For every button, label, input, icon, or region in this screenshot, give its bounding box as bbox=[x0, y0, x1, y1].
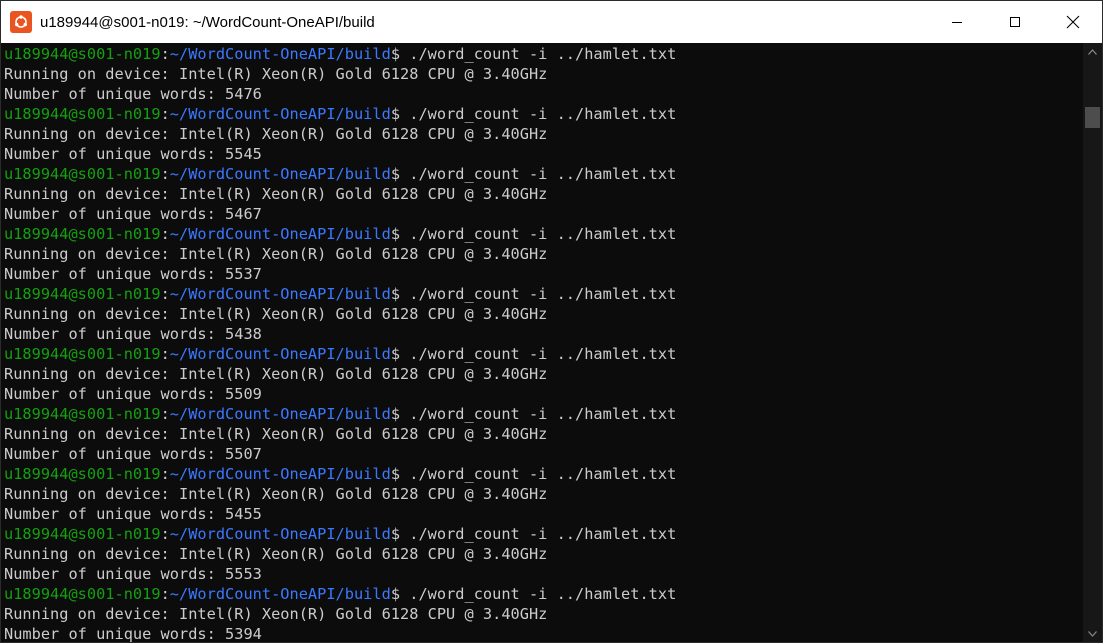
command-text: ./word_count -i ../hamlet.txt bbox=[409, 585, 677, 603]
window-title: u189944@s001-n019: ~/WordCount-OneAPI/bu… bbox=[40, 13, 375, 31]
command-text: ./word_count -i ../hamlet.txt bbox=[409, 105, 677, 123]
device-output-line: Running on device: Intel(R) Xeon(R) Gold… bbox=[4, 485, 548, 503]
result-output-line: Number of unique words: 5467 bbox=[4, 205, 262, 223]
prompt-path: ~/WordCount-OneAPI/build bbox=[169, 345, 391, 363]
device-output-line: Running on device: Intel(R) Xeon(R) Gold… bbox=[4, 365, 548, 383]
result-output-line: Number of unique words: 5553 bbox=[4, 565, 262, 583]
command-text: ./word_count -i ../hamlet.txt bbox=[409, 45, 677, 63]
prompt-symbol: $ bbox=[390, 405, 410, 423]
prompt-separator: : bbox=[160, 285, 170, 303]
prompt-line: u189944@s001-n019:~/WordCount-OneAPI/bui… bbox=[4, 524, 1084, 544]
command-text: ./word_count -i ../hamlet.txt bbox=[409, 405, 677, 423]
prompt-symbol: $ bbox=[390, 585, 410, 603]
device-output-line: Running on device: Intel(R) Xeon(R) Gold… bbox=[4, 65, 548, 83]
scroll-down-button[interactable] bbox=[1083, 625, 1102, 642]
command-text: ./word_count -i ../hamlet.txt bbox=[409, 165, 677, 183]
prompt-line: u189944@s001-n019:~/WordCount-OneAPI/bui… bbox=[4, 284, 1084, 304]
ubuntu-icon[interactable] bbox=[10, 11, 32, 33]
prompt-line: u189944@s001-n019:~/WordCount-OneAPI/bui… bbox=[4, 224, 1084, 244]
result-output-line: Number of unique words: 5509 bbox=[4, 385, 262, 403]
terminal-output[interactable]: u189944@s001-n019:~/WordCount-OneAPI/bui… bbox=[1, 43, 1084, 642]
prompt-user: u189944@s001-n019 bbox=[4, 345, 161, 363]
prompt-path: ~/WordCount-OneAPI/build bbox=[169, 405, 391, 423]
prompt-user: u189944@s001-n019 bbox=[4, 165, 161, 183]
prompt-separator: : bbox=[160, 165, 170, 183]
device-output-line: Running on device: Intel(R) Xeon(R) Gold… bbox=[4, 545, 548, 563]
device-output-line: Running on device: Intel(R) Xeon(R) Gold… bbox=[4, 185, 548, 203]
close-icon bbox=[1066, 15, 1080, 29]
scroll-thumb[interactable] bbox=[1085, 107, 1100, 128]
terminal-window: u189944@s001-n019: ~/WordCount-OneAPI/bu… bbox=[0, 0, 1103, 643]
prompt-user: u189944@s001-n019 bbox=[4, 585, 161, 603]
prompt-symbol: $ bbox=[390, 345, 410, 363]
device-output-line: Running on device: Intel(R) Xeon(R) Gold… bbox=[4, 125, 548, 143]
result-output-line: Number of unique words: 5394 bbox=[4, 625, 262, 642]
result-output-line: Number of unique words: 5438 bbox=[4, 325, 262, 343]
prompt-symbol: $ bbox=[390, 225, 410, 243]
prompt-separator: : bbox=[160, 345, 170, 363]
command-text: ./word_count -i ../hamlet.txt bbox=[409, 345, 677, 363]
maximize-icon bbox=[1010, 17, 1020, 27]
prompt-separator: : bbox=[160, 405, 170, 423]
result-output-line: Number of unique words: 5507 bbox=[4, 445, 262, 463]
minimize-icon bbox=[952, 22, 962, 23]
prompt-user: u189944@s001-n019 bbox=[4, 45, 161, 63]
prompt-symbol: $ bbox=[390, 465, 410, 483]
prompt-line: u189944@s001-n019:~/WordCount-OneAPI/bui… bbox=[4, 404, 1084, 424]
prompt-line: u189944@s001-n019:~/WordCount-OneAPI/bui… bbox=[4, 164, 1084, 184]
prompt-separator: : bbox=[160, 105, 170, 123]
prompt-user: u189944@s001-n019 bbox=[4, 525, 161, 543]
prompt-symbol: $ bbox=[390, 285, 410, 303]
maximize-button[interactable] bbox=[986, 1, 1044, 43]
prompt-symbol: $ bbox=[390, 105, 410, 123]
prompt-separator: : bbox=[160, 585, 170, 603]
device-output-line: Running on device: Intel(R) Xeon(R) Gold… bbox=[4, 425, 548, 443]
prompt-path: ~/WordCount-OneAPI/build bbox=[169, 225, 391, 243]
scroll-up-button[interactable] bbox=[1083, 43, 1102, 60]
prompt-symbol: $ bbox=[390, 525, 410, 543]
device-output-line: Running on device: Intel(R) Xeon(R) Gold… bbox=[4, 305, 548, 323]
minimize-button[interactable] bbox=[928, 1, 986, 43]
prompt-line: u189944@s001-n019:~/WordCount-OneAPI/bui… bbox=[4, 104, 1084, 124]
close-button[interactable] bbox=[1044, 1, 1102, 43]
prompt-line: u189944@s001-n019:~/WordCount-OneAPI/bui… bbox=[4, 584, 1084, 604]
command-text: ./word_count -i ../hamlet.txt bbox=[409, 465, 677, 483]
title-bar[interactable]: u189944@s001-n019: ~/WordCount-OneAPI/bu… bbox=[1, 1, 1102, 43]
vertical-scrollbar[interactable] bbox=[1083, 43, 1102, 642]
command-text: ./word_count -i ../hamlet.txt bbox=[409, 285, 677, 303]
prompt-symbol: $ bbox=[390, 165, 410, 183]
prompt-symbol: $ bbox=[390, 45, 410, 63]
prompt-path: ~/WordCount-OneAPI/build bbox=[169, 285, 391, 303]
prompt-path: ~/WordCount-OneAPI/build bbox=[169, 45, 391, 63]
prompt-path: ~/WordCount-OneAPI/build bbox=[169, 165, 391, 183]
prompt-user: u189944@s001-n019 bbox=[4, 225, 161, 243]
prompt-user: u189944@s001-n019 bbox=[4, 285, 161, 303]
result-output-line: Number of unique words: 5455 bbox=[4, 505, 262, 523]
result-output-line: Number of unique words: 5476 bbox=[4, 85, 262, 103]
prompt-separator: : bbox=[160, 465, 170, 483]
prompt-path: ~/WordCount-OneAPI/build bbox=[169, 525, 391, 543]
prompt-separator: : bbox=[160, 525, 170, 543]
command-text: ./word_count -i ../hamlet.txt bbox=[409, 225, 677, 243]
device-output-line: Running on device: Intel(R) Xeon(R) Gold… bbox=[4, 605, 548, 623]
prompt-path: ~/WordCount-OneAPI/build bbox=[169, 105, 391, 123]
command-text: ./word_count -i ../hamlet.txt bbox=[409, 525, 677, 543]
prompt-line: u189944@s001-n019:~/WordCount-OneAPI/bui… bbox=[4, 464, 1084, 484]
prompt-user: u189944@s001-n019 bbox=[4, 465, 161, 483]
prompt-line: u189944@s001-n019:~/WordCount-OneAPI/bui… bbox=[4, 44, 1084, 64]
result-output-line: Number of unique words: 5537 bbox=[4, 265, 262, 283]
prompt-path: ~/WordCount-OneAPI/build bbox=[169, 585, 391, 603]
prompt-line: u189944@s001-n019:~/WordCount-OneAPI/bui… bbox=[4, 344, 1084, 364]
prompt-path: ~/WordCount-OneAPI/build bbox=[169, 465, 391, 483]
scroll-up-arrow-icon bbox=[1088, 48, 1097, 55]
device-output-line: Running on device: Intel(R) Xeon(R) Gold… bbox=[4, 245, 548, 263]
window-controls bbox=[928, 1, 1102, 43]
prompt-user: u189944@s001-n019 bbox=[4, 405, 161, 423]
scroll-down-arrow-icon bbox=[1088, 630, 1097, 637]
prompt-separator: : bbox=[160, 225, 170, 243]
result-output-line: Number of unique words: 5545 bbox=[4, 145, 262, 163]
prompt-separator: : bbox=[160, 45, 170, 63]
prompt-user: u189944@s001-n019 bbox=[4, 105, 161, 123]
